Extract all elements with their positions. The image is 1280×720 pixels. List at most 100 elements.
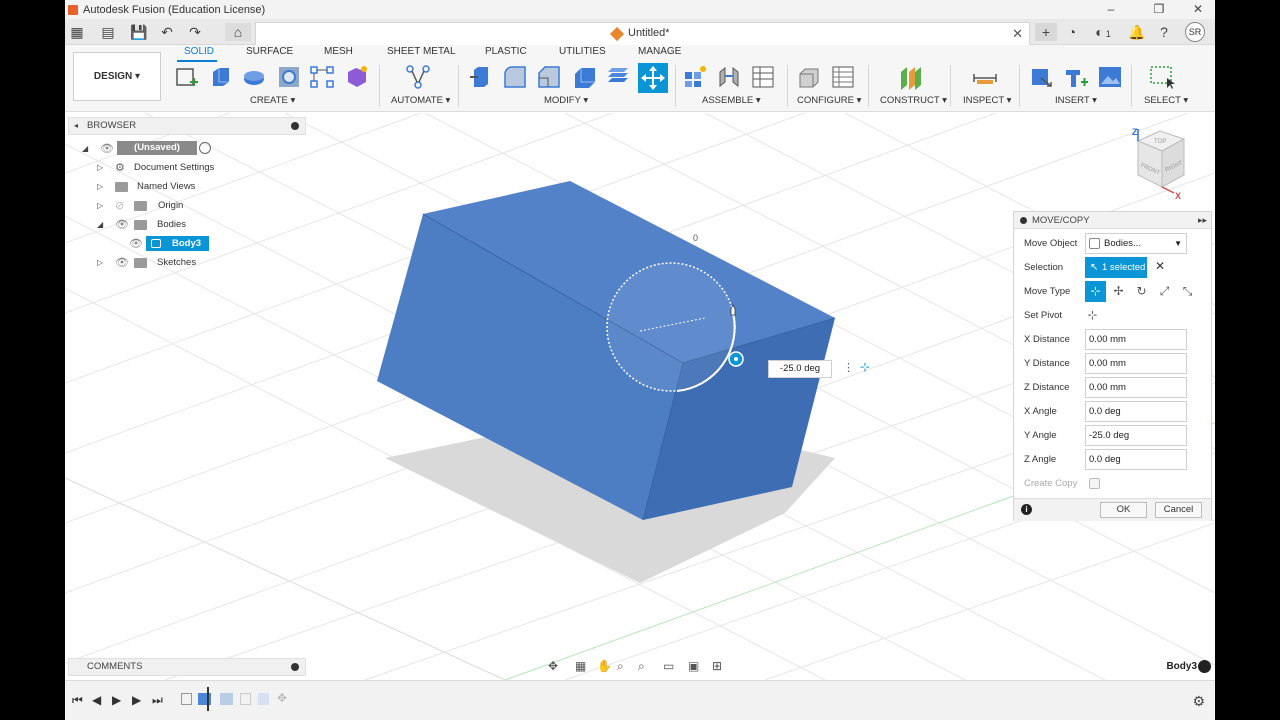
- view-cube[interactable]: TOP FRONT RIGHT Z X: [1132, 127, 1186, 201]
- browser-header[interactable]: ◂ BROWSER: [68, 117, 306, 135]
- construct-menu[interactable]: CONSTRUCT ▾: [880, 95, 947, 106]
- angle-input[interactable]: -25.0 deg: [768, 360, 832, 378]
- move-copy-tool[interactable]: [638, 63, 668, 93]
- tree-root[interactable]: ◢ 👁 (Unsaved): [68, 140, 306, 159]
- extensions-icon[interactable]: ◔: [1063, 23, 1081, 41]
- insert-derive-icon[interactable]: [1029, 64, 1055, 90]
- timeline-future-feature-icon[interactable]: [220, 693, 233, 705]
- set-pivot-icon[interactable]: ⊹: [1082, 305, 1103, 326]
- shell-icon[interactable]: [572, 64, 598, 90]
- insert-mcmaster-icon[interactable]: [1063, 64, 1089, 90]
- tree-item-body3[interactable]: 👁 Body3: [68, 235, 306, 254]
- tab-mesh[interactable]: MESH: [324, 46, 353, 57]
- job-status-icon[interactable]: ◐ 1: [1089, 23, 1117, 41]
- offset-plane-icon[interactable]: [898, 64, 924, 90]
- expand-down-icon[interactable]: ◢: [97, 220, 103, 229]
- tab-solid[interactable]: SOLID: [184, 46, 214, 57]
- inspect-menu[interactable]: INSPECT ▾: [963, 95, 1011, 106]
- workspace-switcher[interactable]: DESIGN ▾: [73, 52, 161, 101]
- viewports-icon[interactable]: ⊞: [712, 659, 722, 673]
- tree-item-document-settings[interactable]: ▷ ⚙ Document Settings: [68, 159, 306, 178]
- environment-icon[interactable]: [1198, 660, 1211, 673]
- expand-down-icon[interactable]: ◢: [82, 144, 88, 153]
- apps-grid-icon[interactable]: ▦: [68, 23, 86, 41]
- bill-of-materials-icon[interactable]: [750, 64, 776, 90]
- new-component-icon[interactable]: [682, 64, 708, 90]
- press-pull-icon[interactable]: [468, 64, 494, 90]
- look-at-icon[interactable]: ▦: [575, 659, 586, 673]
- display-settings-icon[interactable]: ▭: [663, 659, 674, 673]
- activate-radio-icon[interactable]: [199, 142, 211, 154]
- rotate-icon[interactable]: ↻: [1131, 281, 1152, 302]
- z-angle-input[interactable]: 0.0 deg: [1085, 449, 1187, 470]
- zoom-icon[interactable]: ⌕: [617, 659, 624, 674]
- configuration-table-icon[interactable]: [830, 64, 856, 90]
- tree-item-named-views[interactable]: ▷ Named Views: [68, 178, 306, 197]
- y-angle-input[interactable]: -25.0 deg: [1085, 425, 1187, 446]
- timeline-move-feature-icon[interactable]: ✥: [277, 691, 287, 705]
- automate-menu[interactable]: AUTOMATE ▾: [391, 95, 450, 106]
- assemble-menu[interactable]: ASSEMBLE ▾: [702, 95, 761, 106]
- home-icon[interactable]: ⌂: [225, 23, 251, 41]
- insert-menu[interactable]: INSERT ▾: [1055, 95, 1097, 106]
- timeline-future-feature-icon[interactable]: [258, 693, 269, 705]
- visibility-eye-icon[interactable]: 👁: [129, 238, 143, 250]
- visibility-eye-icon[interactable]: 👁: [115, 257, 129, 269]
- modify-menu[interactable]: MODIFY ▾: [544, 95, 588, 106]
- go-to-start-icon[interactable]: ⏮: [72, 693, 83, 708]
- clear-selection-icon[interactable]: ✕: [1155, 259, 1165, 273]
- save-icon[interactable]: 💾: [130, 23, 148, 41]
- comments-add-icon[interactable]: [291, 663, 299, 671]
- configure-menu[interactable]: CONFIGURE ▾: [797, 95, 861, 106]
- redo-icon[interactable]: ↷: [186, 23, 204, 41]
- tab-plastic[interactable]: PLASTIC: [485, 46, 527, 57]
- point-to-point-icon[interactable]: ⤢: [1154, 281, 1175, 302]
- y-distance-input[interactable]: 0.00 mm: [1085, 353, 1187, 374]
- file-menu-icon[interactable]: ▤: [99, 23, 117, 41]
- cancel-button[interactable]: Cancel: [1155, 502, 1202, 518]
- timeline-extrude-feature-icon[interactable]: [198, 693, 211, 705]
- hole-icon[interactable]: [276, 64, 302, 90]
- combine-icon[interactable]: [605, 64, 631, 90]
- step-forward-icon[interactable]: ▶: [132, 693, 141, 707]
- grid-settings-icon[interactable]: ▣: [688, 659, 699, 673]
- minimize-button[interactable]: –: [1094, 0, 1128, 19]
- expand-right-icon[interactable]: ▷: [97, 258, 103, 267]
- ok-button[interactable]: OK: [1100, 502, 1147, 518]
- expand-dialog-icon[interactable]: ▸▸: [1198, 212, 1207, 229]
- chamfer-icon[interactable]: [536, 64, 562, 90]
- play-icon[interactable]: ▶: [112, 693, 121, 707]
- revolve-icon[interactable]: [241, 64, 267, 90]
- visibility-eye-icon[interactable]: 👁: [100, 143, 114, 155]
- notifications-bell-icon[interactable]: 🔔: [1128, 23, 1146, 41]
- more-options-icon[interactable]: ⋮: [843, 361, 854, 374]
- tab-manage[interactable]: MANAGE: [638, 46, 681, 57]
- close-window-button[interactable]: ✕: [1181, 0, 1215, 19]
- tree-item-sketches[interactable]: ▷ 👁 Sketches: [68, 254, 306, 273]
- selection-button[interactable]: ↖ 1 selected: [1085, 257, 1147, 278]
- z-distance-input[interactable]: 0.00 mm: [1085, 377, 1187, 398]
- x-angle-input[interactable]: 0.0 deg: [1085, 401, 1187, 422]
- browser-minimize-icon[interactable]: [291, 122, 299, 130]
- fillet-icon[interactable]: [502, 64, 528, 90]
- measure-icon[interactable]: [972, 64, 998, 90]
- step-back-icon[interactable]: ◀: [92, 693, 101, 707]
- joint-icon[interactable]: [716, 64, 742, 90]
- canvas-viewport[interactable]: 0 TOP FRONT RIGHT Z X ◂ BROWSER ◢ 👁 (Uns…: [65, 113, 1215, 680]
- go-to-end-icon[interactable]: ⏭: [152, 693, 163, 708]
- pattern-icon[interactable]: [309, 64, 335, 90]
- window-select-icon[interactable]: [1149, 64, 1175, 90]
- timeline-future-feature-icon[interactable]: [240, 693, 251, 705]
- help-icon[interactable]: ?: [1155, 23, 1173, 41]
- info-icon[interactable]: i: [1021, 504, 1032, 515]
- set-pivot-icon[interactable]: ⊹: [860, 360, 870, 374]
- dialog-header[interactable]: MOVE/COPY ▸▸: [1014, 212, 1211, 229]
- pan-hand-icon[interactable]: ✋: [597, 659, 612, 673]
- extrude-icon[interactable]: [208, 64, 234, 90]
- timeline-marker[interactable]: [207, 687, 209, 711]
- tab-utilities[interactable]: UTILITIES: [559, 46, 606, 57]
- new-tab-icon[interactable]: +: [1035, 23, 1057, 41]
- collapse-arrow-icon[interactable]: ◂: [74, 118, 78, 134]
- free-move-icon[interactable]: ⊹: [1085, 281, 1106, 302]
- move-object-select[interactable]: Bodies... ▼: [1085, 233, 1187, 254]
